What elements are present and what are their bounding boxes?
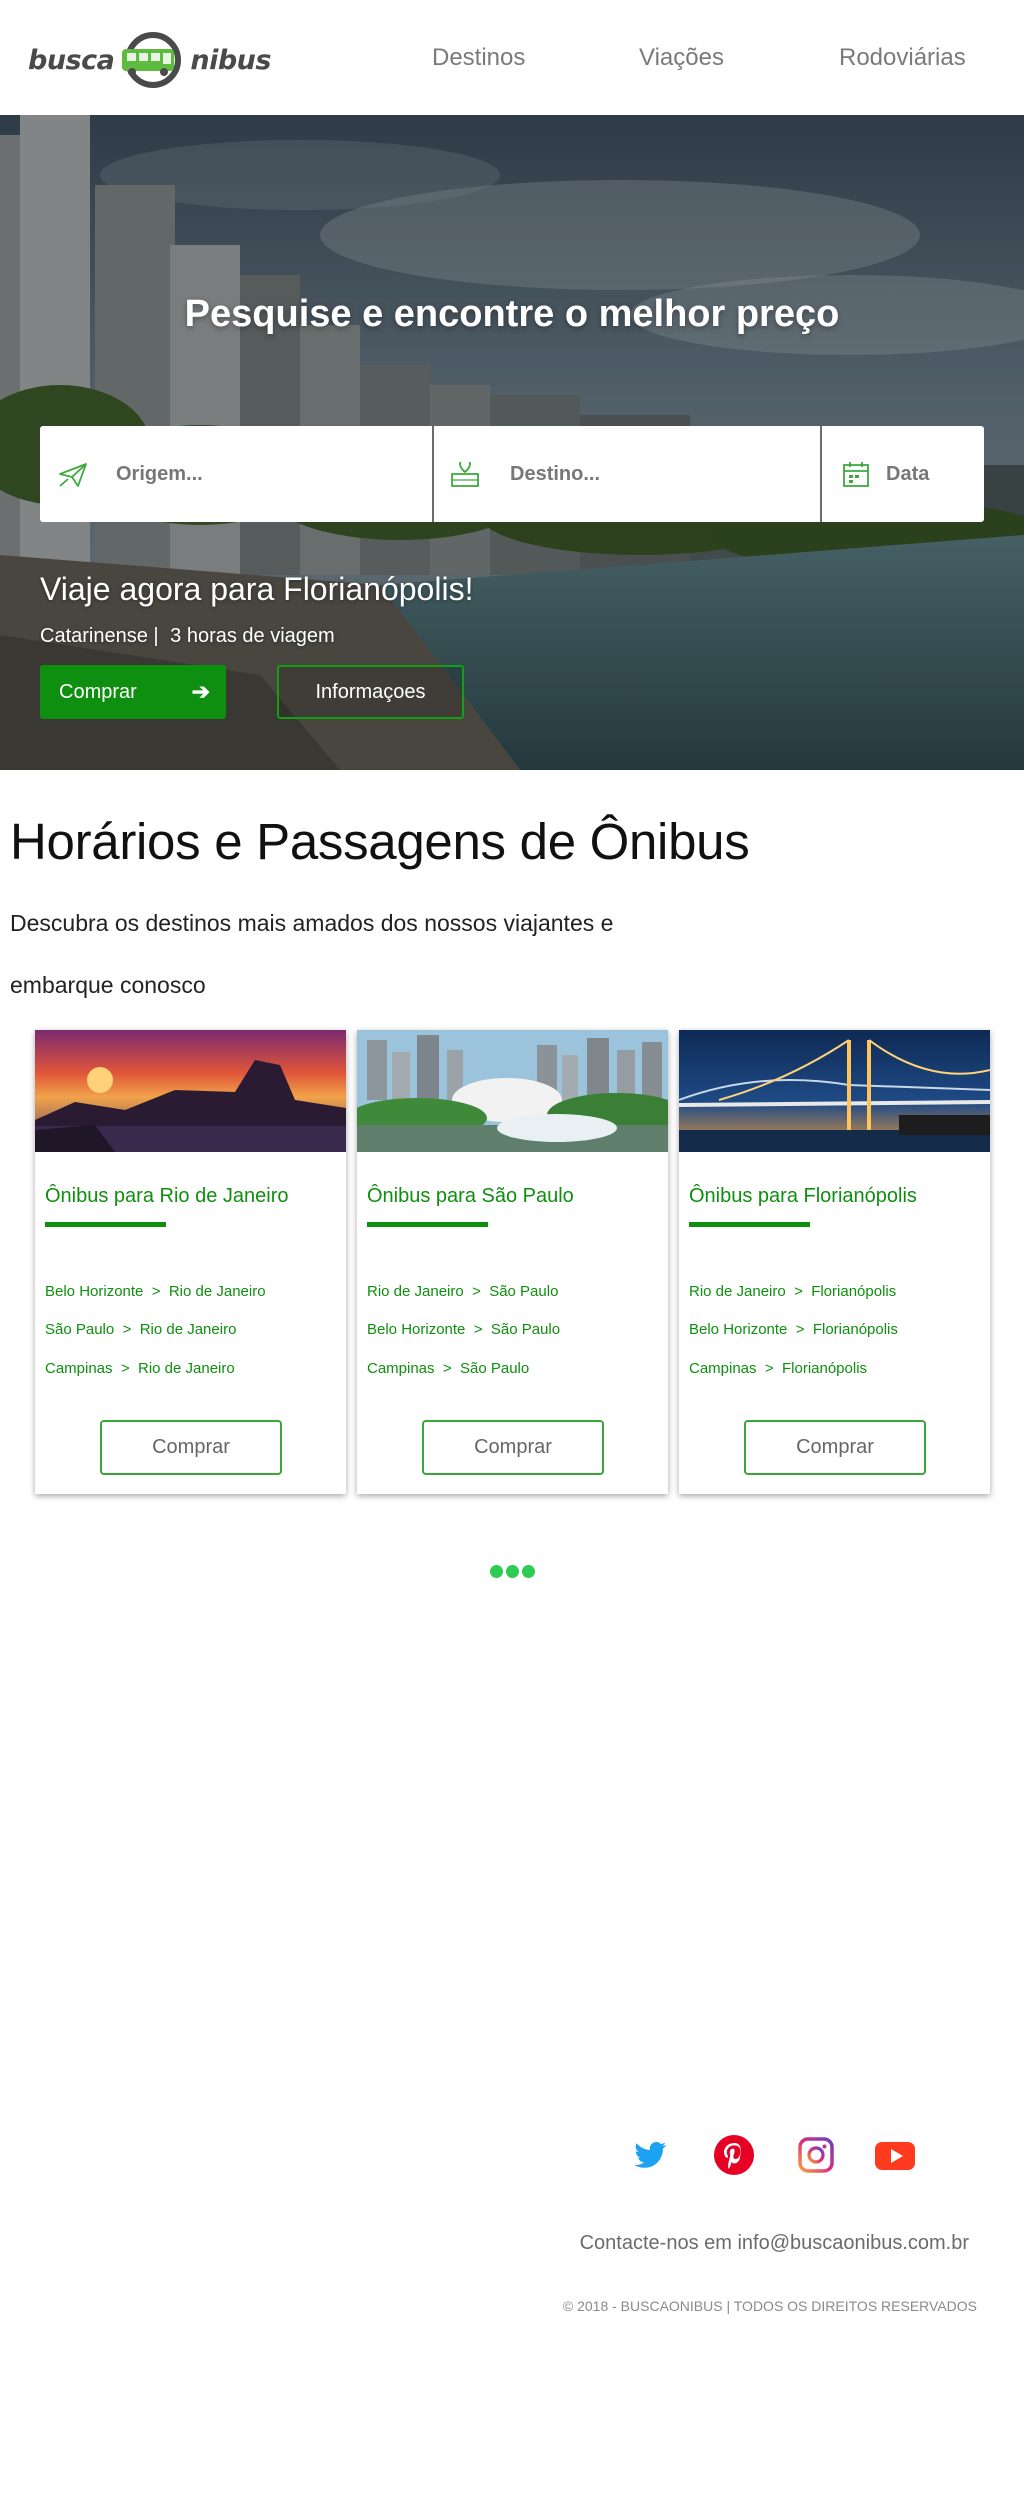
promo-company: Catarinense | xyxy=(40,625,159,647)
date-field-wrapper xyxy=(822,426,984,522)
destination-input[interactable] xyxy=(510,454,800,494)
main-nav: Destinos Viações Rodoviárias xyxy=(0,44,1024,74)
promo-buy-label: Comprar xyxy=(59,680,137,703)
destination-field-wrapper xyxy=(434,426,822,522)
rio-de-janeiro-image xyxy=(35,1030,346,1152)
contact-text: Contacte-nos em info@buscaonibus.com.br xyxy=(579,2232,969,2254)
route-link[interactable]: Campinas > Rio de Janeiro xyxy=(45,1360,235,1377)
section-title: Horários e Passagens de Ônibus xyxy=(10,813,750,870)
card-title: Ônibus para São Paulo xyxy=(367,1185,574,1207)
origin-input[interactable] xyxy=(116,454,416,494)
route-link[interactable]: Rio de Janeiro > Florianópolis xyxy=(689,1283,896,1300)
origin-field-wrapper xyxy=(40,426,434,522)
more-dots[interactable] xyxy=(490,1565,536,1579)
destination-card-florianopolis: Ônibus para Florianópolis Rio de Janeiro… xyxy=(679,1030,990,1494)
sao-paulo-image xyxy=(357,1030,668,1152)
map-pin-icon xyxy=(450,458,480,488)
promo-title: Viaje agora para Florianópolis! xyxy=(40,571,474,607)
hero-title: Pesquise e encontre o melhor preço xyxy=(184,293,840,335)
route-link[interactable]: São Paulo > Rio de Janeiro xyxy=(45,1321,236,1338)
nav-viacoes[interactable]: Viações xyxy=(639,44,724,72)
route-link[interactable]: Campinas > Florianópolis xyxy=(689,1360,867,1377)
card-buy-button[interactable]: Comprar xyxy=(422,1420,604,1475)
promo-subtitle: Catarinense | 3 horas de viagem xyxy=(40,625,335,648)
dot xyxy=(490,1565,503,1578)
copyright-text: © 2018 - BUSCAONIBUS | TODOS OS DIREITOS… xyxy=(562,2298,977,2314)
card-buy-button[interactable]: Comprar xyxy=(744,1420,926,1475)
search-bar xyxy=(40,426,984,522)
calendar-icon xyxy=(842,460,872,487)
nav-destinos[interactable]: Destinos xyxy=(432,44,525,72)
dot xyxy=(506,1565,519,1578)
card-title: Ônibus para Florianópolis xyxy=(689,1185,917,1207)
destination-card-sao-paulo: Ônibus para São Paulo Rio de Janeiro > S… xyxy=(357,1030,668,1494)
dot xyxy=(522,1565,535,1578)
arrow-right-icon: ➔ xyxy=(191,679,210,704)
date-input[interactable] xyxy=(886,454,976,494)
card-title-underline xyxy=(367,1222,488,1227)
route-link[interactable]: Rio de Janeiro > São Paulo xyxy=(367,1283,558,1300)
route-link[interactable]: Campinas > São Paulo xyxy=(367,1360,529,1377)
route-link[interactable]: Belo Horizonte > Rio de Janeiro xyxy=(45,1283,266,1300)
promo-buy-button[interactable]: Comprar ➔ xyxy=(40,665,226,719)
route-link[interactable]: Belo Horizonte > Florianópolis xyxy=(689,1321,898,1338)
promo-info-button[interactable]: Informaçoes xyxy=(277,665,464,719)
instagram-icon[interactable] xyxy=(797,2136,835,2174)
twitter-icon[interactable] xyxy=(632,2136,670,2174)
section-description-line-2: embarque conosco xyxy=(10,972,206,998)
card-buy-button[interactable]: Comprar xyxy=(100,1420,282,1475)
promo-duration: 3 horas de viagem xyxy=(170,625,335,647)
card-title: Ônibus para Rio de Janeiro xyxy=(45,1185,289,1207)
route-link[interactable]: Belo Horizonte > São Paulo xyxy=(367,1321,560,1338)
site-header: busca nibus Destinos Viações Rodoviárias xyxy=(0,0,1024,115)
paper-plane-icon xyxy=(58,462,88,488)
florianopolis-bridge-image xyxy=(679,1030,990,1152)
card-title-underline xyxy=(689,1222,810,1227)
hero-banner: Pesquise e encontre o melhor preço Viaje… xyxy=(0,115,1024,770)
pinterest-icon[interactable] xyxy=(713,2134,755,2176)
section-description: Descubra os destinos mais amados dos nos… xyxy=(10,892,710,1016)
youtube-icon[interactable] xyxy=(874,2136,916,2174)
destination-card-rio: Ônibus para Rio de Janeiro Belo Horizont… xyxy=(35,1030,346,1494)
section-description-line-1: Descubra os destinos mais amados dos nos… xyxy=(10,910,614,936)
nav-rodoviarias[interactable]: Rodoviárias xyxy=(839,44,966,72)
card-title-underline xyxy=(45,1222,166,1227)
